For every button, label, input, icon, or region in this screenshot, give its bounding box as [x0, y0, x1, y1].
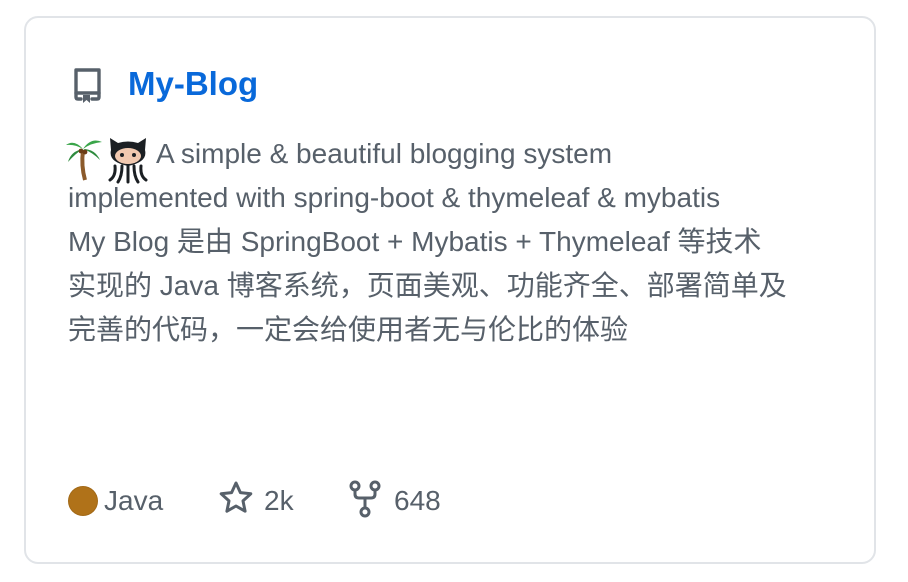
description-line: implemented with spring-boot & thymeleaf…	[68, 182, 721, 213]
fork-count[interactable]: 648	[394, 478, 441, 524]
language-color-dot	[68, 486, 98, 516]
description-line: 完善的代码，一定会给使用者无与伦比的体验	[68, 314, 629, 345]
description-line: My Blog 是由 SpringBoot + Mybatis + Thymel…	[68, 226, 762, 257]
repo-icon	[70, 66, 104, 104]
language-label: Java	[104, 485, 164, 516]
fork-icon[interactable]	[348, 480, 382, 518]
star-icon[interactable]	[218, 480, 254, 516]
repo-name-link[interactable]: My-Blog	[128, 62, 258, 106]
star-count[interactable]: 2k	[264, 478, 294, 524]
description-line: A simple & beautiful blogging system	[156, 138, 613, 169]
description-line: 实现的 Java 博客系统，页面美观、功能齐全、部署简单及	[68, 270, 787, 301]
repo-description: A simple & beautiful blogging system imp…	[68, 132, 858, 352]
